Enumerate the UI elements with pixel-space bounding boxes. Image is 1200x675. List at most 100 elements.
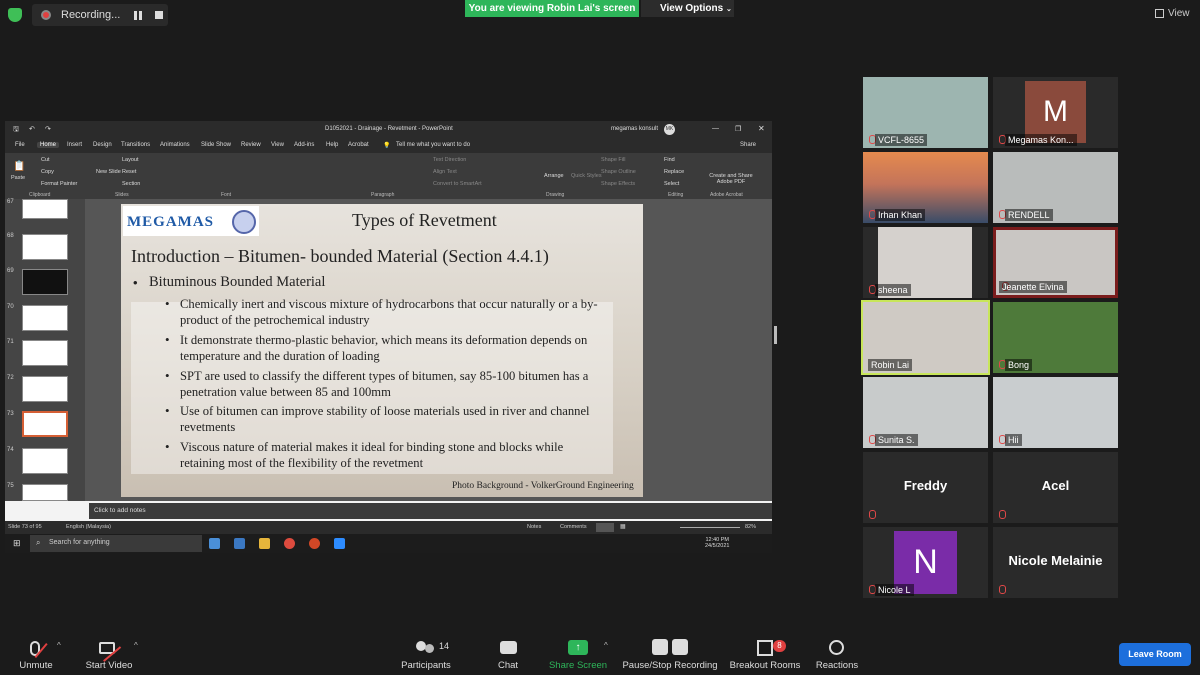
quick-styles-button[interactable]: Quick Styles [571,173,602,179]
participants-button[interactable]: Participants [396,660,456,671]
tab-slide-show[interactable]: Slide Show [201,142,231,148]
section-button[interactable]: Section [122,181,140,187]
tab-add-ins[interactable]: Add-ins [294,142,314,148]
shape-fill-button[interactable]: Shape Fill [601,157,625,163]
powerpoint-icon[interactable] [309,538,320,549]
participant-tile[interactable]: Jeanette Elvina [993,227,1118,298]
notes-pane[interactable]: Click to add notes [89,503,772,519]
tab-insert[interactable]: Insert [67,142,82,148]
video-options-caret-icon[interactable]: ^ [134,641,138,650]
align-text-button[interactable]: Align Text [433,169,457,175]
shape-outline-button[interactable]: Shape Outline [601,169,636,175]
share-screen-button[interactable]: Share Screen [545,660,611,671]
slide-thumbnail[interactable] [22,376,68,402]
paste-button[interactable]: Paste [11,175,25,181]
create-pdf-button[interactable]: Create and Share Adobe PDF [706,173,756,185]
tab-acrobat[interactable]: Acrobat [348,142,369,148]
undo-icon[interactable]: ↶ [29,125,35,133]
participant-tile[interactable]: VCFL-8655 [863,77,988,148]
zoom-slider[interactable] [680,527,740,528]
tab-home[interactable]: Home [37,142,60,148]
slide-thumbnail[interactable] [22,234,68,260]
reactions-button[interactable]: Reactions [811,660,863,671]
tab-help[interactable]: Help [326,142,338,148]
photos-icon[interactable] [234,538,245,549]
view-options-button[interactable]: View Options ⌄ [641,0,734,17]
tab-review[interactable]: Review [241,142,261,148]
slide-thumbnail[interactable] [22,448,68,474]
participant-tile[interactable]: Freddy [863,452,988,523]
slide-thumbnail[interactable] [22,340,68,366]
chat-button[interactable]: Chat [490,660,526,671]
leave-room-button[interactable]: Leave Room [1119,643,1191,666]
stop-recording-icon[interactable] [672,639,688,655]
slide-thumbnail[interactable] [22,269,68,295]
chat-icon[interactable] [500,641,517,654]
participant-tile[interactable]: Hii [993,377,1118,448]
zoom-app-icon[interactable] [334,538,345,549]
comments-button[interactable]: Comments [560,524,587,530]
layout-button[interactable]: Layout [122,157,139,163]
zoom-level[interactable]: 82% [745,524,756,530]
shape-effects-button[interactable]: Shape Effects [601,181,635,187]
reactions-icon[interactable] [829,640,844,655]
tab-design[interactable]: Design [93,142,112,148]
mail-icon[interactable] [209,538,220,549]
copy-button[interactable]: Copy [41,169,54,175]
tab-file[interactable]: File [15,142,25,148]
select-button[interactable]: Select [664,181,679,187]
minimize-icon[interactable]: — [712,125,719,132]
taskbar-search[interactable]: Search for anything [30,535,202,552]
breakout-rooms-icon[interactable] [757,640,773,656]
view-button[interactable]: View [1168,8,1190,19]
breakout-rooms-button[interactable]: Breakout Rooms [726,660,804,671]
slide-thumbnail[interactable] [22,484,68,501]
grid-view-icon[interactable] [1155,9,1164,18]
account-name[interactable]: megamas konsult [611,126,658,132]
security-shield-icon[interactable] [8,8,22,22]
stop-recording-icon[interactable] [155,11,163,19]
save-icon[interactable]: 🖫 [13,125,19,136]
new-slide-button[interactable]: New Slide [96,169,121,175]
normal-view-icon[interactable] [596,523,614,532]
audio-options-caret-icon[interactable]: ^ [57,641,61,650]
participant-tile-active-speaker[interactable]: Robin Lai [861,300,990,375]
restore-icon[interactable]: ❐ [735,125,741,133]
reset-button[interactable]: Reset [122,169,136,175]
splitter-handle[interactable] [774,326,777,344]
slide-thumbnail-selected[interactable] [22,411,68,437]
account-avatar[interactable]: MK [664,124,675,135]
participant-tile[interactable]: RENDELL [993,152,1118,223]
participant-tile[interactable]: M Megamas Kon... [993,77,1118,148]
participant-tile[interactable]: Irhan Khan [863,152,988,223]
redo-icon[interactable]: ↷ [45,125,51,133]
file-explorer-icon[interactable] [259,538,270,549]
close-icon[interactable]: ✕ [758,124,765,133]
find-button[interactable]: Find [664,157,675,163]
share-screen-icon[interactable]: ↑ [568,640,588,655]
slide-thumbnail[interactable] [22,199,68,219]
participant-tile[interactable]: sheena [863,227,988,298]
participant-tile[interactable]: Nicole Melainie [993,527,1118,598]
participant-tile[interactable]: Bong [993,302,1118,373]
pause-recording-icon[interactable] [134,11,142,20]
current-slide[interactable]: MEGAMAS Types of Revetment Introduction … [121,204,643,497]
participant-tile[interactable]: Sunita S. [863,377,988,448]
text-direction-button[interactable]: Text Direction [433,157,466,163]
share-options-caret-icon[interactable]: ^ [604,641,608,650]
slide-sorter-icon[interactable]: ▦ [620,523,626,530]
format-painter-button[interactable]: Format Painter [41,181,77,187]
replace-button[interactable]: Replace [664,169,684,175]
tab-view[interactable]: View [271,142,284,148]
convert-smartart-button[interactable]: Convert to SmartArt [433,181,482,187]
participant-tile[interactable]: N Nicole L [863,527,988,598]
notes-button[interactable]: Notes [527,524,541,530]
arrange-button[interactable]: Arrange [544,173,564,179]
language-indicator[interactable]: English (Malaysia) [66,524,111,530]
pause-recording-icon[interactable] [652,639,668,655]
participant-tile[interactable]: Acel [993,452,1118,523]
slide-thumbnail[interactable] [22,305,68,331]
unmute-button[interactable]: Unmute [11,660,61,671]
tell-me-search[interactable]: Tell me what you want to do [396,142,470,148]
pause-stop-recording-button[interactable]: Pause/Stop Recording [618,660,722,671]
